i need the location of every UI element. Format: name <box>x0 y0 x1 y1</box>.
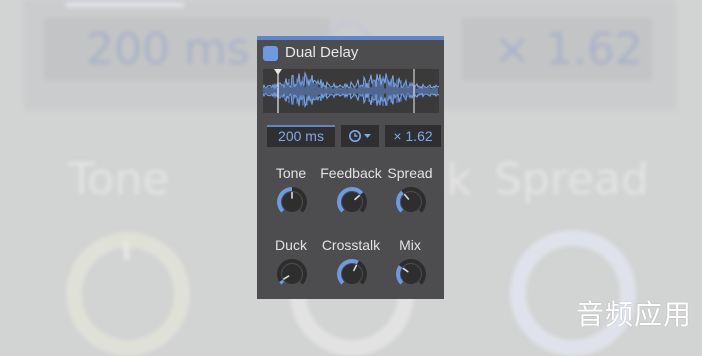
background-multiplier: × 1.62 <box>494 24 643 75</box>
knob-feedback: Feedback <box>319 165 383 235</box>
delay-multiplier-field[interactable]: × 1.62 <box>385 125 441 147</box>
device-header: Dual Delay <box>257 40 444 66</box>
background-label-crosstalk-fragment: k <box>446 154 472 205</box>
knob-label: Feedback <box>320 165 382 181</box>
knob-label: Tone <box>275 165 307 181</box>
delay-waveform-display[interactable] <box>263 69 439 113</box>
sync-mode-dropdown[interactable] <box>341 125 379 147</box>
device-title: Dual Delay <box>285 44 359 61</box>
knob-crosstalk: Crosstalk <box>319 237 383 307</box>
feedback-knob[interactable] <box>335 185 369 219</box>
knob-value-arc <box>279 279 285 285</box>
waveform-graphic <box>263 69 439 113</box>
background-knob-pointer <box>124 240 129 260</box>
knob-body <box>342 264 362 284</box>
mix-knob[interactable] <box>394 257 428 291</box>
background-label-spread: Spread <box>494 154 649 205</box>
device-power-toggle[interactable] <box>263 46 278 61</box>
watermark-text: 音频应用 <box>576 298 693 331</box>
chevron-down-icon <box>364 134 371 138</box>
knob-body <box>401 264 421 284</box>
tone-knob[interactable] <box>275 185 309 219</box>
clock-icon <box>349 130 361 142</box>
knob-mix: Mix <box>378 237 442 307</box>
delay-marker-handle <box>274 69 282 75</box>
knob-label: Duck <box>275 237 307 253</box>
dual-delay-device: Dual Delay 200 ms × 1.62 Tone Feedback S… <box>257 36 444 299</box>
knob-label: Spread <box>387 165 433 181</box>
knob-duck: Duck <box>259 237 323 307</box>
delay-time-field[interactable]: 200 ms <box>267 125 335 147</box>
background-label-tone: Tone <box>68 154 170 205</box>
knob-label: Crosstalk <box>321 237 381 253</box>
knob-body <box>401 192 421 212</box>
duck-knob[interactable] <box>275 257 309 291</box>
crosstalk-knob[interactable] <box>335 257 369 291</box>
background-knob-ring <box>510 230 636 356</box>
background-accent-bar <box>66 3 184 7</box>
knob-spread: Spread <box>378 165 442 235</box>
knob-tone: Tone <box>259 165 323 235</box>
delay-controls-row: 200 ms × 1.62 <box>267 125 441 147</box>
knob-label: Mix <box>399 237 421 253</box>
background-delay-time: 200 ms <box>86 24 250 75</box>
knob-body <box>282 264 302 284</box>
spread-knob[interactable] <box>394 185 428 219</box>
